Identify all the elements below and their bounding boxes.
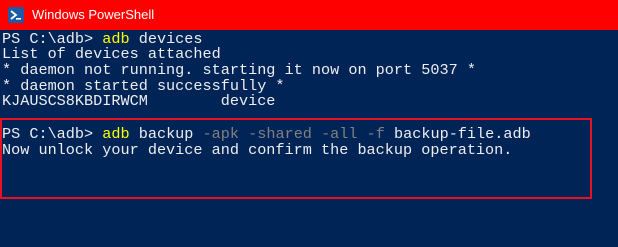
- device-list-entry: KJAUSCS8KBDIRWCM device: [2, 92, 276, 110]
- powershell-window: Windows PowerShell PS C:\adb> adb device…: [0, 0, 618, 247]
- vertical-scrollbar[interactable]: [609, 30, 618, 247]
- console-output-line: * daemon not running. starting it now on…: [2, 61, 476, 79]
- highlight-annotation-box: [0, 118, 592, 199]
- title-bar[interactable]: Windows PowerShell: [0, 0, 618, 30]
- powershell-icon: [8, 7, 24, 23]
- console-output-line: List of devices attached: [2, 45, 221, 63]
- window-title: Windows PowerShell: [32, 7, 155, 22]
